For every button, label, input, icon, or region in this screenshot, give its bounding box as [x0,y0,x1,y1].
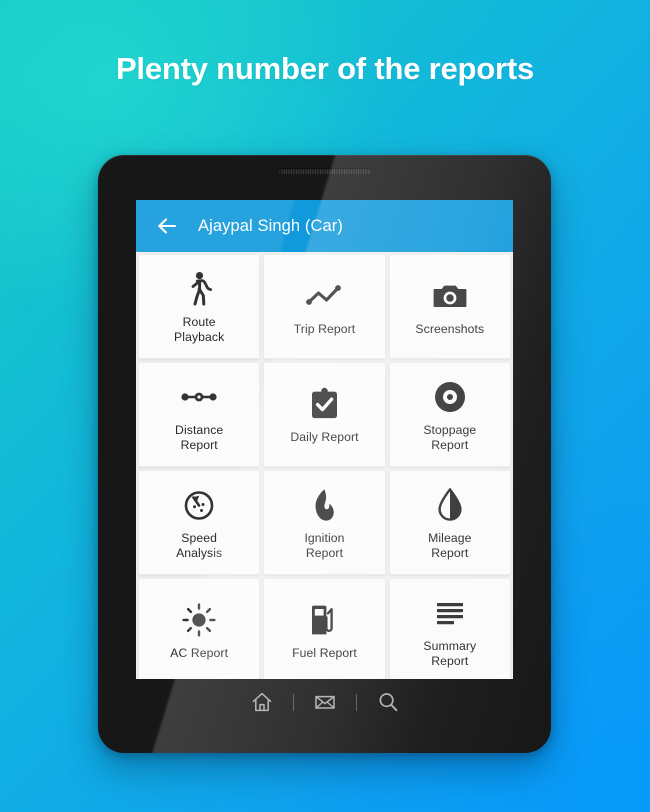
report-card-distance-report[interactable]: Distance Report [138,362,261,467]
report-card-route-playback[interactable]: Route Playback [138,254,261,359]
page-title: Plenty number of the reports [115,51,535,86]
report-card-fuel-report[interactable]: Fuel Report [263,578,386,679]
report-card-label: Speed Analysis [176,530,223,560]
tablet-device: Ajaypal Singh (Car) Route Playback Trip … [98,155,551,753]
report-card-label: Mileage Report [428,530,472,560]
report-card-ignition-report[interactable]: Ignition Report [263,470,386,575]
report-card-label: Stoppage Report [423,422,477,452]
list-lines-icon [435,593,465,633]
report-card-label: Ignition Report [304,530,345,560]
report-card-label: Summary Report [423,638,477,668]
search-icon [379,693,397,712]
nav-mail-button[interactable] [294,685,356,719]
nav-search-button[interactable] [357,685,419,719]
report-card-label: Distance Report [175,422,224,452]
report-card-stoppage-report[interactable]: Stoppage Report [388,362,511,467]
camera-icon [432,276,468,316]
line-chart-icon [305,276,343,316]
speaker-grille [278,168,371,174]
report-card-label: Daily Report [290,430,359,445]
report-card-trip-report[interactable]: Trip Report [263,254,386,359]
half-filled-droplet-icon [437,485,463,525]
report-card-label: Trip Report [293,322,356,337]
app-bar: Ajaypal Singh (Car) [136,200,513,252]
clipboard-check-icon [310,384,339,424]
report-card-label: AC Report [170,646,229,661]
system-nav-bar [136,679,513,725]
report-card-label: Screenshots [415,322,485,337]
report-card-mileage-report[interactable]: Mileage Report [388,470,511,575]
disc-icon [434,377,466,417]
report-card-daily-report[interactable]: Daily Report [263,362,386,467]
report-card-speed-analysis[interactable]: Speed Analysis [138,470,261,575]
report-card-screenshots[interactable]: Screenshots [388,254,511,359]
sun-icon [182,600,216,640]
reports-grid: Route Playback Trip Report Screenshots D… [136,252,513,679]
dots-path-icon [180,377,218,417]
tablet-screen: Ajaypal Singh (Car) Route Playback Trip … [136,200,513,679]
nav-home-button[interactable] [231,685,293,719]
report-card-ac-report[interactable]: AC Report [138,578,261,679]
app-bar-title: Ajaypal Singh (Car) [198,216,343,235]
report-card-label: Route Playback [174,314,225,344]
speedometer-icon [183,485,215,525]
back-button[interactable] [152,211,182,241]
envelope-icon [314,695,335,709]
fuel-pump-icon [309,600,339,640]
report-card-summary-report[interactable]: Summary Report [388,578,511,679]
report-card-label: Fuel Report [292,646,357,661]
flame-icon [311,485,337,525]
home-icon [252,692,271,712]
arrow-left-icon [158,218,177,234]
walking-person-icon [184,269,214,309]
